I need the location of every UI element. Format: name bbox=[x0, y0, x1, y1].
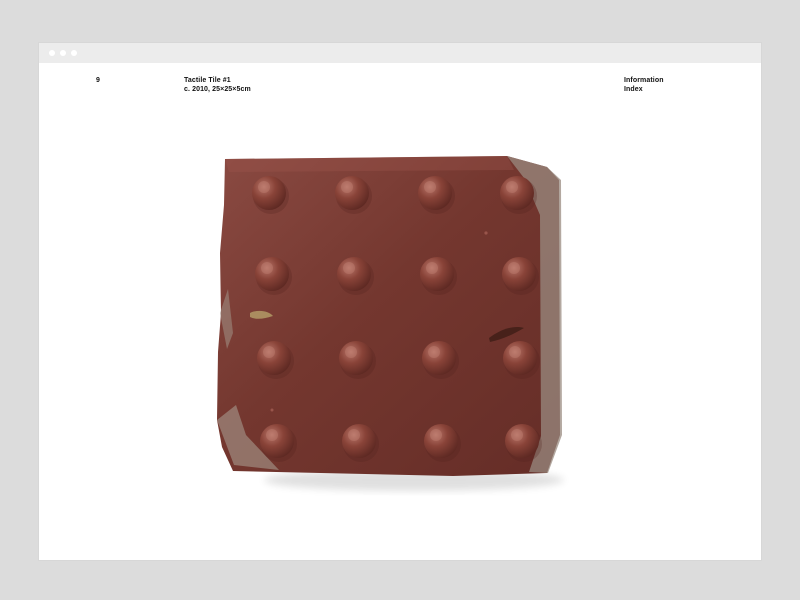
window-dot-icon[interactable] bbox=[49, 50, 55, 56]
tactile-tile-image bbox=[217, 156, 564, 491]
nav-index-link[interactable]: Index bbox=[624, 85, 664, 94]
nav-information-link[interactable]: Information bbox=[624, 76, 664, 85]
artwork-title: Tactile Tile #1 bbox=[184, 77, 231, 84]
site-navigation: Information Index bbox=[624, 76, 664, 94]
window-dot-icon[interactable] bbox=[60, 50, 66, 56]
artwork-details: c. 2010, 25×25×5cm bbox=[184, 86, 251, 93]
browser-window: 9 Tactile Tile #1 c. 2010, 25×25×5cm Inf… bbox=[39, 43, 761, 560]
window-titlebar bbox=[39, 43, 761, 63]
window-dot-icon[interactable] bbox=[71, 50, 77, 56]
page-number: 9 bbox=[96, 77, 100, 84]
artwork-caption: Tactile Tile #1 c. 2010, 25×25×5cm bbox=[184, 76, 251, 94]
page-content: 9 Tactile Tile #1 c. 2010, 25×25×5cm Inf… bbox=[39, 63, 761, 560]
